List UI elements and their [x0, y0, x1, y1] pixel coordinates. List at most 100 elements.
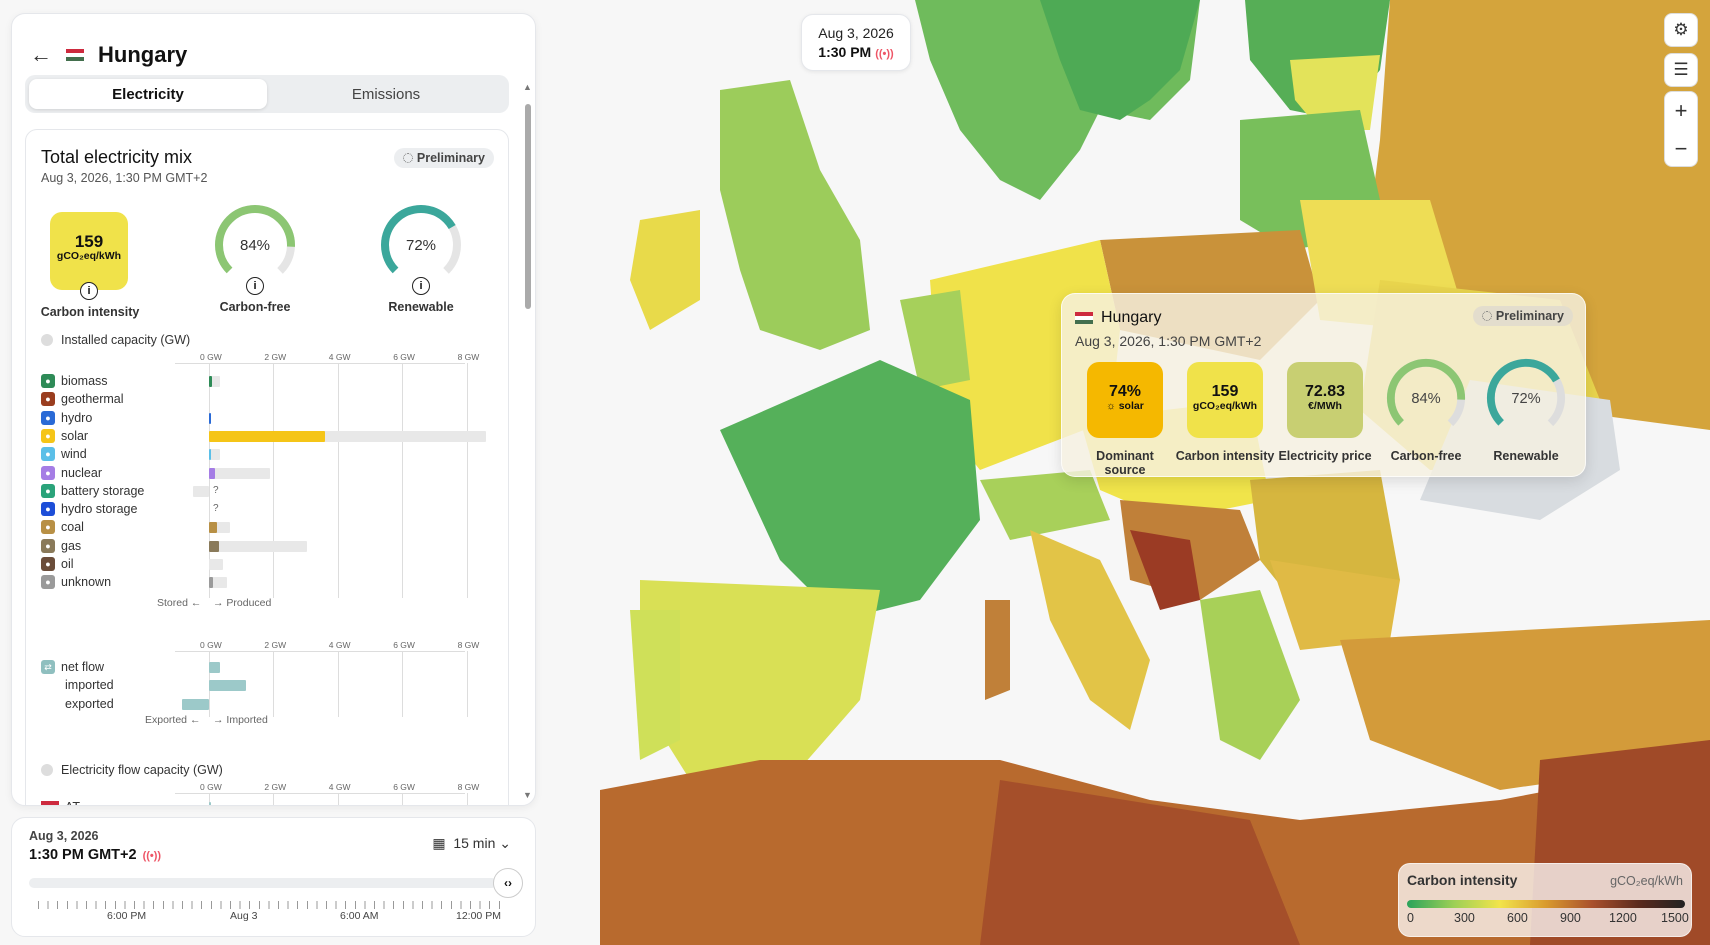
- legend-gradient: [1407, 900, 1685, 908]
- source-row[interactable]: ● biomass: [41, 372, 108, 390]
- axis-tick-label: 4 GW: [328, 640, 351, 650]
- zone-title: Hungary: [98, 42, 188, 67]
- flow-bar: [209, 680, 247, 692]
- tab-emissions[interactable]: Emissions: [267, 79, 505, 109]
- zone-header: ← Hungary: [30, 42, 187, 68]
- sun-icon: ●: [41, 428, 55, 443]
- source-label: hydro storage: [61, 502, 138, 517]
- stored-label: Stored ←: [157, 597, 202, 609]
- map-datetime-pill: Aug 3, 2026 1:30 PM ((•)): [801, 14, 911, 71]
- back-arrow-icon[interactable]: ←: [30, 42, 52, 68]
- hydro-storage-icon: ●: [41, 502, 55, 517]
- production-bar: [209, 430, 325, 442]
- legend-value: 300: [1454, 911, 1475, 925]
- info-icon[interactable]: i: [80, 282, 98, 300]
- source-row[interactable]: ● oil: [41, 555, 74, 573]
- source-row[interactable]: ● hydro: [41, 409, 92, 427]
- legend-title: Carbon intensity: [1407, 872, 1518, 888]
- legend-value: 600: [1507, 911, 1528, 925]
- scroll-up-icon[interactable]: ▲: [523, 82, 532, 92]
- unknown-value: ?: [213, 484, 219, 496]
- ci-label: Carbon intensity: [40, 305, 140, 319]
- source-label: geothermal: [61, 392, 124, 407]
- time-label: 6:00 AM: [340, 910, 379, 922]
- toggle-dot: [41, 334, 53, 346]
- axis-tick-label: 6 GW: [393, 782, 415, 792]
- calendar-icon: ▦: [432, 835, 446, 851]
- source-row[interactable]: ● hydro storage: [41, 500, 137, 518]
- info-icon[interactable]: i: [412, 277, 430, 295]
- spinner-icon: [402, 153, 413, 163]
- map-date: Aug 3, 2026: [818, 25, 894, 41]
- legend-value: 900: [1560, 911, 1581, 925]
- legend-value: 0: [1407, 911, 1414, 925]
- dominant-source-box: 74% ☼ solar: [1087, 362, 1163, 438]
- svg-text:72%: 72%: [1511, 391, 1540, 407]
- interval-select[interactable]: ▦ 15 min ⌄: [432, 835, 511, 852]
- tab-electricity[interactable]: Electricity: [29, 79, 267, 109]
- production-bar: [209, 449, 211, 461]
- battery-icon: ●: [41, 483, 55, 498]
- source-row[interactable]: ● unknown: [41, 573, 111, 591]
- grid-line: [273, 651, 275, 717]
- source-row[interactable]: ● nuclear: [41, 464, 102, 482]
- flow-row[interactable]: exported: [65, 695, 114, 713]
- ci-value: 159: [74, 232, 104, 251]
- stored-capacity-bar: [192, 485, 209, 497]
- zoom-out-button[interactable]: −: [1665, 130, 1697, 168]
- selected-date: Aug 3, 2026: [29, 829, 99, 843]
- installed-capacity-toggle[interactable]: Installed capacity (GW): [41, 333, 190, 347]
- coal-icon: ●: [41, 520, 55, 535]
- renewable-gauge[interactable]: 72%: [378, 202, 464, 288]
- flow-row[interactable]: imported: [65, 676, 114, 694]
- flow-label: imported: [65, 678, 114, 693]
- panel-scrollbar[interactable]: ▲ ▼: [523, 82, 533, 802]
- gas-icon: ●: [41, 538, 55, 553]
- axis-tick-label: 6 GW: [393, 352, 415, 362]
- mix-title: Total electricity mix: [41, 147, 193, 167]
- axis-tick-label: 4 GW: [328, 782, 351, 792]
- source-row[interactable]: ● gas: [41, 537, 81, 555]
- scroll-down-icon[interactable]: ▼: [523, 790, 532, 800]
- settings-button[interactable]: ⚙: [1664, 13, 1698, 47]
- flow-capacity-row[interactable]: AT: [41, 798, 80, 805]
- source-row[interactable]: ● solar: [41, 427, 88, 445]
- grid-line: [337, 651, 339, 717]
- flow-capacity-toggle[interactable]: Electricity flow capacity (GW): [41, 763, 223, 777]
- layers-button[interactable]: ☰: [1664, 53, 1698, 87]
- grid-line: [402, 363, 404, 598]
- time-label: 12:00 PM: [456, 910, 501, 922]
- tooltip-preliminary-badge: Preliminary: [1472, 306, 1573, 326]
- slider-knob[interactable]: ‹›: [493, 868, 523, 898]
- app-root: ← Hungary Electricity Emissions ▲ ▼ Tota…: [0, 0, 1710, 945]
- source-label: gas: [61, 538, 82, 553]
- source-label: coal: [61, 520, 84, 535]
- unknown-value: ?: [213, 503, 219, 515]
- zone-details-panel: ← Hungary Electricity Emissions ▲ ▼ Tota…: [11, 13, 536, 806]
- flow-row[interactable]: ⇄ net flow: [41, 658, 104, 676]
- carbon-free-gauge[interactable]: 84%: [212, 202, 298, 288]
- oil-icon: ●: [41, 557, 55, 571]
- axis-tick-label: 2 GW: [264, 782, 287, 792]
- axis-tick-label: 8 GW: [457, 640, 480, 650]
- preliminary-badge[interactable]: Preliminary: [393, 148, 494, 168]
- zoom-in-button[interactable]: +: [1665, 92, 1697, 130]
- source-row[interactable]: ● wind: [41, 445, 87, 463]
- renewable-label: Renewable: [388, 300, 454, 314]
- source-label: nuclear: [61, 465, 102, 480]
- spinner-icon: [1481, 311, 1492, 321]
- time-slider[interactable]: [29, 878, 497, 888]
- info-icon[interactable]: i: [246, 277, 264, 295]
- source-row[interactable]: ● battery storage: [41, 482, 144, 500]
- dominant-source-label: Dominant source: [1096, 449, 1154, 477]
- scroll-thumb[interactable]: [525, 104, 531, 309]
- axis-baseline: [175, 651, 465, 652]
- tooltip-carbon-free-gauge: 84%: [1386, 358, 1466, 438]
- geothermal-icon: ●: [41, 392, 55, 407]
- carbon-intensity-box[interactable]: 159 gCO₂eq/kWh: [50, 212, 128, 290]
- time-label: Aug 3: [230, 910, 258, 922]
- flow-chart: 0 GW 2 GW 4 GW 6 GW 8 GW ⇄ net flow imported exp…: [41, 640, 501, 752]
- carbon-intensity-legend: Carbon intensity gCO₂eq/kWh 0 300 600 90…: [1398, 863, 1692, 937]
- source-row[interactable]: ● geothermal: [41, 390, 124, 408]
- source-row[interactable]: ● coal: [41, 518, 84, 536]
